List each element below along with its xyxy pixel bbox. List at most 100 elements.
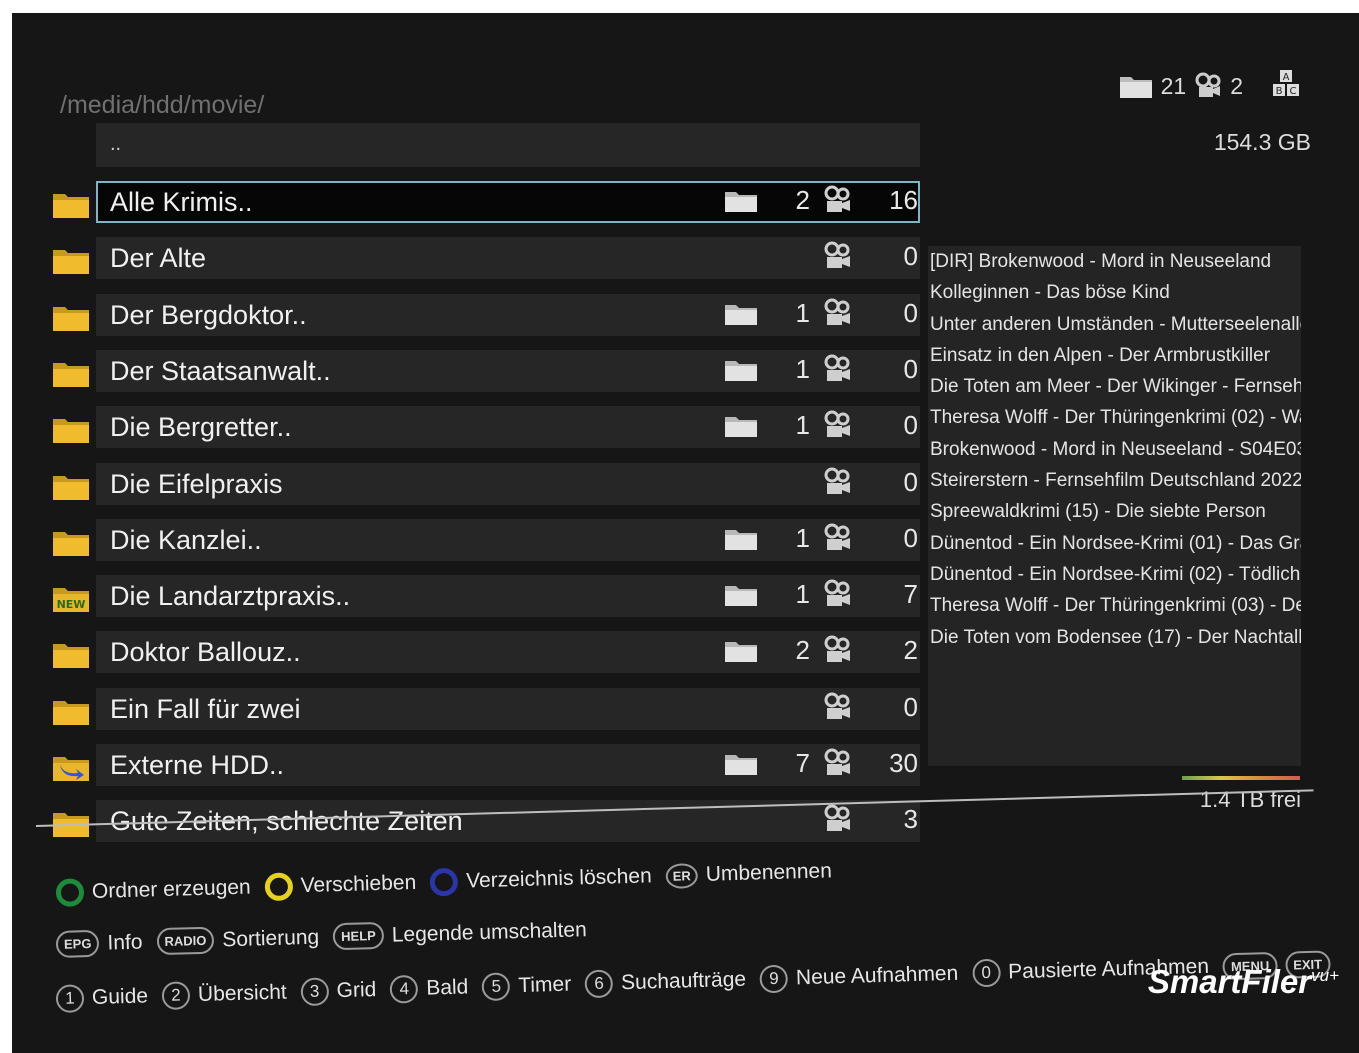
parent-dir-label: .. xyxy=(110,133,122,155)
film-reel-icon xyxy=(823,354,853,384)
subfolder-icon xyxy=(724,414,758,438)
legend-5-label: Timer xyxy=(517,972,572,998)
film-reel-icon xyxy=(823,241,853,271)
folder-icon xyxy=(52,247,90,275)
key-5-icon[interactable]: 5 xyxy=(481,972,511,1002)
folder-row[interactable]: Externe HDD.. 7 30 xyxy=(44,742,920,788)
svg-text:B: B xyxy=(1276,86,1283,97)
recent-recording-item: Dünentod - Ein Nordsee-Krimi (02) - Tödl… xyxy=(930,563,1301,585)
folder-row[interactable]: Die Bergretter.. 1 0 xyxy=(44,404,920,450)
folder-icon xyxy=(52,416,90,444)
folder-icon xyxy=(52,641,90,669)
film-count: 0 xyxy=(903,466,918,497)
key-1-icon[interactable]: 1 xyxy=(55,984,85,1013)
film-count: 3 xyxy=(903,804,918,835)
folder-name: Die Eifelpraxis xyxy=(110,468,283,499)
key-0-icon[interactable]: 0 xyxy=(971,958,1001,988)
recent-recording-item: Brokenwood - Mord in Neuseeland - S04E03… xyxy=(930,438,1301,460)
legend-9-label: Neue Aufnahmen xyxy=(795,961,959,990)
film-count: 0 xyxy=(903,241,918,272)
key-9-icon[interactable]: 9 xyxy=(759,964,789,994)
film-reel-icon xyxy=(823,579,853,609)
recent-recordings-panel: [DIR] Brokenwood - Mord in Neuseeland Kol… xyxy=(928,246,1301,766)
link-folder-icon xyxy=(52,754,90,782)
subfolder-count: 1 xyxy=(795,522,810,553)
folder-icon xyxy=(52,191,90,219)
subfolder-count: 1 xyxy=(795,410,810,441)
yellow-button-icon[interactable] xyxy=(264,872,294,902)
key-6-icon[interactable]: 6 xyxy=(584,969,614,999)
folder-row[interactable]: Doktor Ballouz.. 2 2 xyxy=(44,629,920,675)
folder-row[interactable]: Der Alte 0 xyxy=(44,235,920,281)
film-reel-icon xyxy=(823,185,853,215)
film-count: 0 xyxy=(903,691,918,722)
folder-name: Externe HDD.. xyxy=(110,750,285,780)
help-key-icon[interactable]: HELP xyxy=(332,921,385,951)
row-background xyxy=(96,237,920,280)
number-key-legend: 1 Guide 2 Übersicht 3 Grid 4 Bald 5 Timer 6 Su… xyxy=(55,949,1339,1013)
film-reel-icon xyxy=(823,748,853,778)
green-button-icon[interactable] xyxy=(55,878,85,907)
recent-recording-item: Kolleginnen - Das böse Kind xyxy=(930,282,1170,304)
subfolder-icon xyxy=(724,527,758,551)
subfolder-count: 7 xyxy=(795,748,810,778)
free-space-bar xyxy=(1182,776,1300,780)
folder-row[interactable]: Der Staatsanwalt.. 1 0 xyxy=(44,348,920,394)
epg-key-icon[interactable]: EPG xyxy=(55,929,100,958)
logo-sup: vu+ xyxy=(1311,966,1339,985)
er-key-icon[interactable]: ER xyxy=(665,862,699,889)
folder-row[interactable]: Alle Krimis.. 2 16 xyxy=(44,179,920,225)
recent-recording-item: [DIR] Brokenwood - Mord in Neuseeland xyxy=(930,251,1272,272)
folder-name: Die Bergretter.. xyxy=(110,412,292,443)
legend-2-label: Übersicht xyxy=(197,980,287,1007)
abc-sort-icon[interactable]: AB C xyxy=(1271,69,1301,103)
legend-epg-label: Info xyxy=(107,930,143,955)
parent-directory-row[interactable]: .. xyxy=(96,123,920,167)
film-count: 0 xyxy=(903,410,918,441)
film-count: 0 xyxy=(903,353,918,384)
subfolder-count: 1 xyxy=(795,297,810,328)
legend-blue-label: Verzeichnis löschen xyxy=(465,864,653,893)
recent-recording-item: Die Toten vom Bodensee (17) - Der Nachta… xyxy=(930,626,1301,648)
folder-row[interactable]: Der Bergdoktor.. 1 0 xyxy=(44,292,920,338)
subfolder-icon xyxy=(724,189,758,213)
legend-help-label: Legende umschalten xyxy=(391,917,588,947)
legend-er-label: Umbenennen xyxy=(705,859,833,886)
film-reel-icon xyxy=(823,410,853,440)
key-4-icon[interactable]: 4 xyxy=(389,974,419,1004)
logo-text: SmartFiler xyxy=(1147,963,1312,1000)
legend-4-label: Bald xyxy=(425,975,469,1000)
color-key-legend: Ordner erzeugen Verschieben Verzeichnis … xyxy=(55,857,847,907)
film-reel-icon xyxy=(823,804,853,834)
subfolder-icon xyxy=(724,583,758,607)
subfolder-icon xyxy=(724,302,758,326)
folder-row[interactable]: Die Eifelpraxis 0 xyxy=(44,461,920,507)
folder-icon xyxy=(52,360,90,388)
recent-recording-item: Die Toten am Meer - Der Wikinger - Ferns… xyxy=(930,376,1301,398)
folder-icon xyxy=(52,473,90,501)
legend-1-label: Guide xyxy=(91,984,149,1009)
key-3-icon[interactable]: 3 xyxy=(300,977,330,1007)
film-reel-icon xyxy=(823,635,853,665)
legend-green-label: Ordner erzeugen xyxy=(91,875,251,903)
svg-text:NEW: NEW xyxy=(57,598,86,611)
subfolder-icon xyxy=(724,752,758,776)
film-count: 2 xyxy=(903,635,918,666)
blue-button-icon[interactable] xyxy=(429,867,459,897)
recent-recording-item: Unter anderen Umständen - Mutterseelenal… xyxy=(930,313,1301,335)
film-count: 7 xyxy=(903,579,918,610)
folder-row[interactable]: Die Kanzlei.. 1 0 xyxy=(44,517,920,563)
subfolder-count: 1 xyxy=(795,353,810,384)
radio-key-icon[interactable]: RADIO xyxy=(156,926,215,956)
recent-recording-item: Einsatz in den Alpen - Der Armbrustkille… xyxy=(930,344,1271,366)
current-path: /media/hdd/movie/ xyxy=(60,91,265,119)
folder-row[interactable]: Ein Fall für zwei 0 xyxy=(44,686,920,732)
folder-row[interactable]: NEW Die Landarztpraxis.. 1 7 xyxy=(44,573,920,619)
subfolder-count: 2 xyxy=(795,635,810,666)
folder-name: Die Kanzlei.. xyxy=(110,524,262,555)
key-2-icon[interactable]: 2 xyxy=(161,981,191,1011)
recent-recording-item: Spreewaldkrimi (15) - Die siebte Person xyxy=(930,501,1266,523)
legend-3-label: Grid xyxy=(336,978,377,1003)
file-browser-screen: /media/hdd/movie/ 21 2 ABC 154.3 GB .. A… xyxy=(12,13,1359,1053)
folder-name: Die Landarztpraxis.. xyxy=(110,581,351,612)
